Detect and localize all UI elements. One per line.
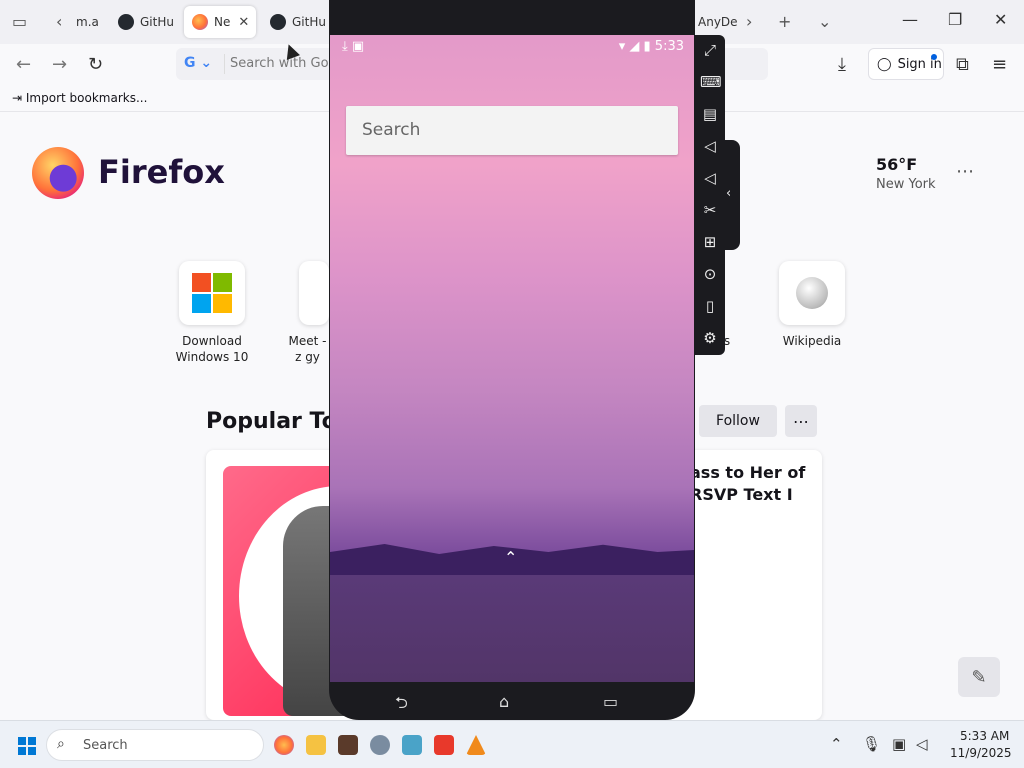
multi-instance-icon[interactable]: ⊞ <box>700 233 720 253</box>
shortcut-meet[interactable] <box>299 261 329 325</box>
import-icon: ⇥ <box>12 91 23 105</box>
tab-new-tab[interactable]: Ne ✕ <box>184 6 256 38</box>
volume-up-icon[interactable]: ◁ <box>700 137 720 157</box>
download-notification-icon: ⤓ ▣ <box>342 39 365 54</box>
app-drawer-chevron-icon[interactable]: ⌃ <box>504 548 517 567</box>
start-menu-icon[interactable] <box>18 737 36 755</box>
weather-menu-icon[interactable]: ⋯ <box>956 161 974 182</box>
github-icon <box>118 14 134 30</box>
story-title[interactable]: ass to Her of RSVP Text I <box>690 462 820 506</box>
customize-pencil-icon[interactable]: ✎ <box>958 657 1000 697</box>
location-icon[interactable]: ⊙ <box>700 265 720 285</box>
emulator-taskbar-icon[interactable] <box>402 735 422 755</box>
firefox-taskbar-icon[interactable] <box>274 735 294 755</box>
battery-icon: ▮ <box>643 39 651 54</box>
google-icon[interactable]: G ⌄ <box>184 55 212 71</box>
android-emulator: ⤓ ▣ ▾ ◢ ▮ 5:33 Search ⌃ ⮌ ⌂ ▭ <box>329 0 695 720</box>
back-nav-icon[interactable]: ⮌ <box>395 692 408 719</box>
back-icon[interactable]: ← <box>16 54 31 75</box>
close-tab-icon[interactable]: ✕ <box>238 15 249 30</box>
firefox-icon <box>192 14 208 30</box>
shortcut-label: Download Windows 10 <box>175 334 249 364</box>
emulator-toolbar: ⤢ ⌨ ▤ ◁ ◁ ✂ ⊞ ⊙ ▯ ⚙ <box>695 35 725 355</box>
shortcut-label: Meet - z gy <box>288 334 327 364</box>
wallpaper-water <box>330 575 694 682</box>
shortcut-wikipedia[interactable] <box>779 261 845 325</box>
tab-github-1[interactable]: GitHu <box>110 6 178 38</box>
maximize-icon[interactable]: ❐ <box>948 10 962 29</box>
anydesk-taskbar-icon[interactable] <box>434 735 454 755</box>
clock-date[interactable]: 11/9/2025 <box>950 746 1012 760</box>
vlc-taskbar-icon[interactable] <box>466 735 486 755</box>
close-window-icon[interactable]: ✕ <box>994 10 1007 29</box>
tab-anydesk[interactable]: AnyDe <box>690 6 740 38</box>
collapse-arrow-icon: ‹ <box>726 186 732 201</box>
weather-location[interactable]: New York <box>876 177 936 192</box>
show-hidden-icons-icon[interactable]: ⌃ <box>830 735 843 753</box>
import-bookmarks-link[interactable]: ⇥ Import bookmarks... <box>12 91 147 105</box>
new-tab-icon[interactable]: + <box>778 12 791 31</box>
settings-gear-icon[interactable]: ⚙ <box>700 329 720 349</box>
chevron-down-icon[interactable]: ⌄ <box>818 12 831 31</box>
wikipedia-icon <box>796 277 828 309</box>
weather-temperature[interactable]: 56°F <box>876 155 917 174</box>
firefox-logo-icon <box>32 147 84 199</box>
volume-icon[interactable]: ◁ <box>916 735 928 753</box>
keyboard-icon[interactable]: ⌨ <box>700 73 722 93</box>
windows-icon <box>192 273 232 313</box>
shortcut-label: Wikipedia <box>782 334 842 348</box>
network-icon[interactable]: ▣ <box>892 735 906 753</box>
follow-button[interactable]: Follow <box>699 405 777 437</box>
file-explorer-icon[interactable] <box>306 735 326 755</box>
microphone-icon[interactable]: 🎙 <box>862 735 881 753</box>
url-divider <box>224 54 225 74</box>
status-time: 5:33 <box>654 39 684 54</box>
android-screen[interactable]: ⤓ ▣ ▾ ◢ ▮ 5:33 Search ⌃ <box>330 35 694 682</box>
shake-icon[interactable]: ▯ <box>700 297 720 317</box>
reload-icon[interactable]: ↻ <box>88 54 103 75</box>
clock-time[interactable]: 5:33 AM <box>960 729 1009 743</box>
minimize-icon[interactable]: — <box>902 10 918 29</box>
fullscreen-icon[interactable]: ⤢ <box>700 41 720 61</box>
wifi-icon: ▾ <box>618 39 626 54</box>
app-taskbar-icon[interactable] <box>338 735 358 755</box>
account-icon: ◯ <box>877 56 892 72</box>
url-placeholder: Search with Goo <box>230 56 337 71</box>
scissors-icon[interactable]: ✂ <box>700 201 720 221</box>
settings-taskbar-icon[interactable] <box>370 735 390 755</box>
extensions-icon[interactable]: ⧉ <box>956 54 969 75</box>
menu-icon[interactable]: ≡ <box>992 54 1007 75</box>
search-icon: ⌕ <box>57 736 65 752</box>
github-icon <box>270 14 286 30</box>
tab-github-2[interactable]: GitHu <box>262 6 330 38</box>
downloads-icon[interactable]: ⤓ <box>838 54 846 75</box>
android-status-bar: ⤓ ▣ ▾ ◢ ▮ 5:33 <box>330 35 694 59</box>
taskbar-search[interactable]: ⌕ Search <box>46 729 264 761</box>
sign-in-button[interactable]: ◯ Sign in <box>868 48 944 80</box>
apk-install-icon[interactable]: ▤ <box>700 105 720 125</box>
android-search-bar[interactable]: Search <box>346 106 678 155</box>
firefox-wordmark: Firefox <box>98 153 225 191</box>
recents-nav-icon[interactable]: ▭ <box>603 692 618 711</box>
windows-taskbar: ⌕ Search ⌃ 🎙 ▣ ◁ 5:33 AM 11/9/2025 <box>0 720 1024 768</box>
more-options-button[interactable]: ⋯ <box>785 405 817 437</box>
scroll-left-icon[interactable]: ‹ <box>56 12 62 31</box>
shortcut-download-windows[interactable] <box>179 261 245 325</box>
notification-dot <box>931 54 937 60</box>
tab-list-icon[interactable]: ▭ <box>12 12 27 31</box>
signal-icon: ◢ <box>629 39 640 54</box>
tab-1[interactable]: m.a <box>68 6 108 38</box>
emulator-collapse-tab[interactable]: ‹ <box>724 140 740 250</box>
home-nav-icon[interactable]: ⌂ <box>499 692 509 711</box>
android-nav-bar: ⮌ ⌂ ▭ <box>329 682 695 720</box>
scroll-right-icon[interactable]: › <box>746 12 752 31</box>
volume-down-icon[interactable]: ◁ <box>700 169 720 189</box>
forward-icon[interactable]: → <box>52 54 67 75</box>
